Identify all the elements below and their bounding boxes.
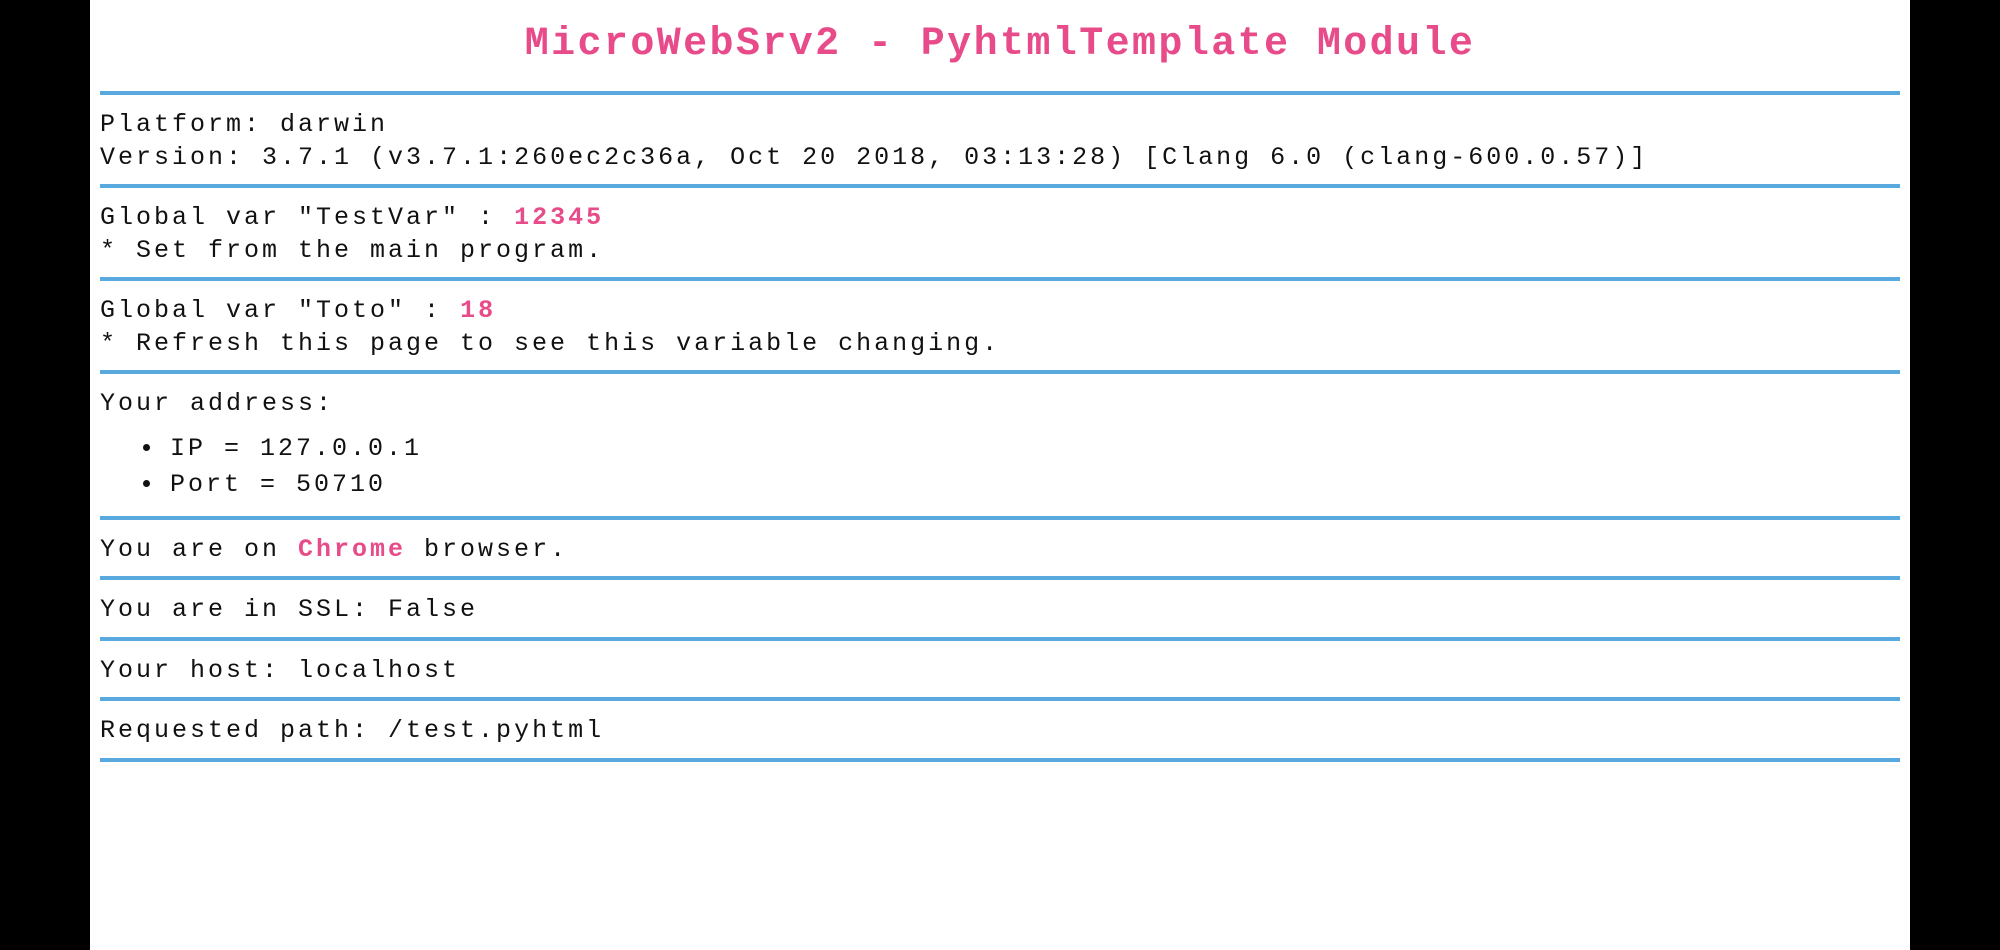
ssl-block: You are in SSL: False: [100, 594, 1900, 627]
toto-value: 18: [460, 296, 496, 325]
ip-value: 127.0.0.1: [260, 434, 422, 463]
toto-line: Global var "Toto" : 18: [100, 295, 1900, 328]
ssl-label: You are in SSL:: [100, 595, 388, 624]
address-port-item: Port = 50710: [164, 469, 1900, 502]
divider: [100, 91, 1900, 95]
testvar-label: Global var "TestVar" :: [100, 203, 514, 232]
platform-label: Platform:: [100, 110, 280, 139]
address-list: IP = 127.0.0.1 Port = 50710: [164, 433, 1900, 502]
testvar-note: * Set from the main program.: [100, 235, 1900, 268]
browser-post: browser.: [406, 535, 568, 564]
toto-note: * Refresh this page to see this variable…: [100, 328, 1900, 361]
path-label: Requested path:: [100, 716, 388, 745]
version-label: Version:: [100, 143, 262, 172]
port-label: Port =: [170, 470, 296, 499]
divider: [100, 516, 1900, 520]
divider: [100, 277, 1900, 281]
divider: [100, 576, 1900, 580]
testvar-value: 12345: [514, 203, 604, 232]
path-line: Requested path: /test.pyhtml: [100, 715, 1900, 748]
host-block: Your host: localhost: [100, 655, 1900, 688]
address-heading: Your address:: [100, 388, 1900, 421]
address-ip-item: IP = 127.0.0.1: [164, 433, 1900, 466]
browser-pre: You are on: [100, 535, 298, 564]
page-title: MicroWebSrv2 - PyhtmlTemplate Module: [100, 22, 1900, 67]
port-value: 50710: [296, 470, 386, 499]
toto-block: Global var "Toto" : 18 * Refresh this pa…: [100, 295, 1900, 360]
divider: [100, 184, 1900, 188]
platform-block: Platform: darwin Version: 3.7.1 (v3.7.1:…: [100, 109, 1900, 174]
divider: [100, 637, 1900, 641]
version-line: Version: 3.7.1 (v3.7.1:260ec2c36a, Oct 2…: [100, 142, 1900, 175]
version-value: 3.7.1 (v3.7.1:260ec2c36a, Oct 20 2018, 0…: [262, 143, 1648, 172]
browser-name: Chrome: [298, 535, 406, 564]
document-page: MicroWebSrv2 - PyhtmlTemplate Module Pla…: [90, 0, 1910, 950]
divider: [100, 758, 1900, 762]
ssl-value: False: [388, 595, 478, 624]
browser-block: You are on Chrome browser.: [100, 534, 1900, 567]
toto-label: Global var "Toto" :: [100, 296, 460, 325]
browser-line: You are on Chrome browser.: [100, 534, 1900, 567]
path-value: /test.pyhtml: [388, 716, 604, 745]
platform-value: darwin: [280, 110, 388, 139]
ip-label: IP =: [170, 434, 260, 463]
platform-line: Platform: darwin: [100, 109, 1900, 142]
path-block: Requested path: /test.pyhtml: [100, 715, 1900, 748]
host-line: Your host: localhost: [100, 655, 1900, 688]
divider: [100, 370, 1900, 374]
host-label: Your host:: [100, 656, 298, 685]
address-block: Your address: IP = 127.0.0.1 Port = 5071…: [100, 388, 1900, 502]
testvar-block: Global var "TestVar" : 12345 * Set from …: [100, 202, 1900, 267]
divider: [100, 697, 1900, 701]
testvar-line: Global var "TestVar" : 12345: [100, 202, 1900, 235]
ssl-line: You are in SSL: False: [100, 594, 1900, 627]
host-value: localhost: [298, 656, 460, 685]
